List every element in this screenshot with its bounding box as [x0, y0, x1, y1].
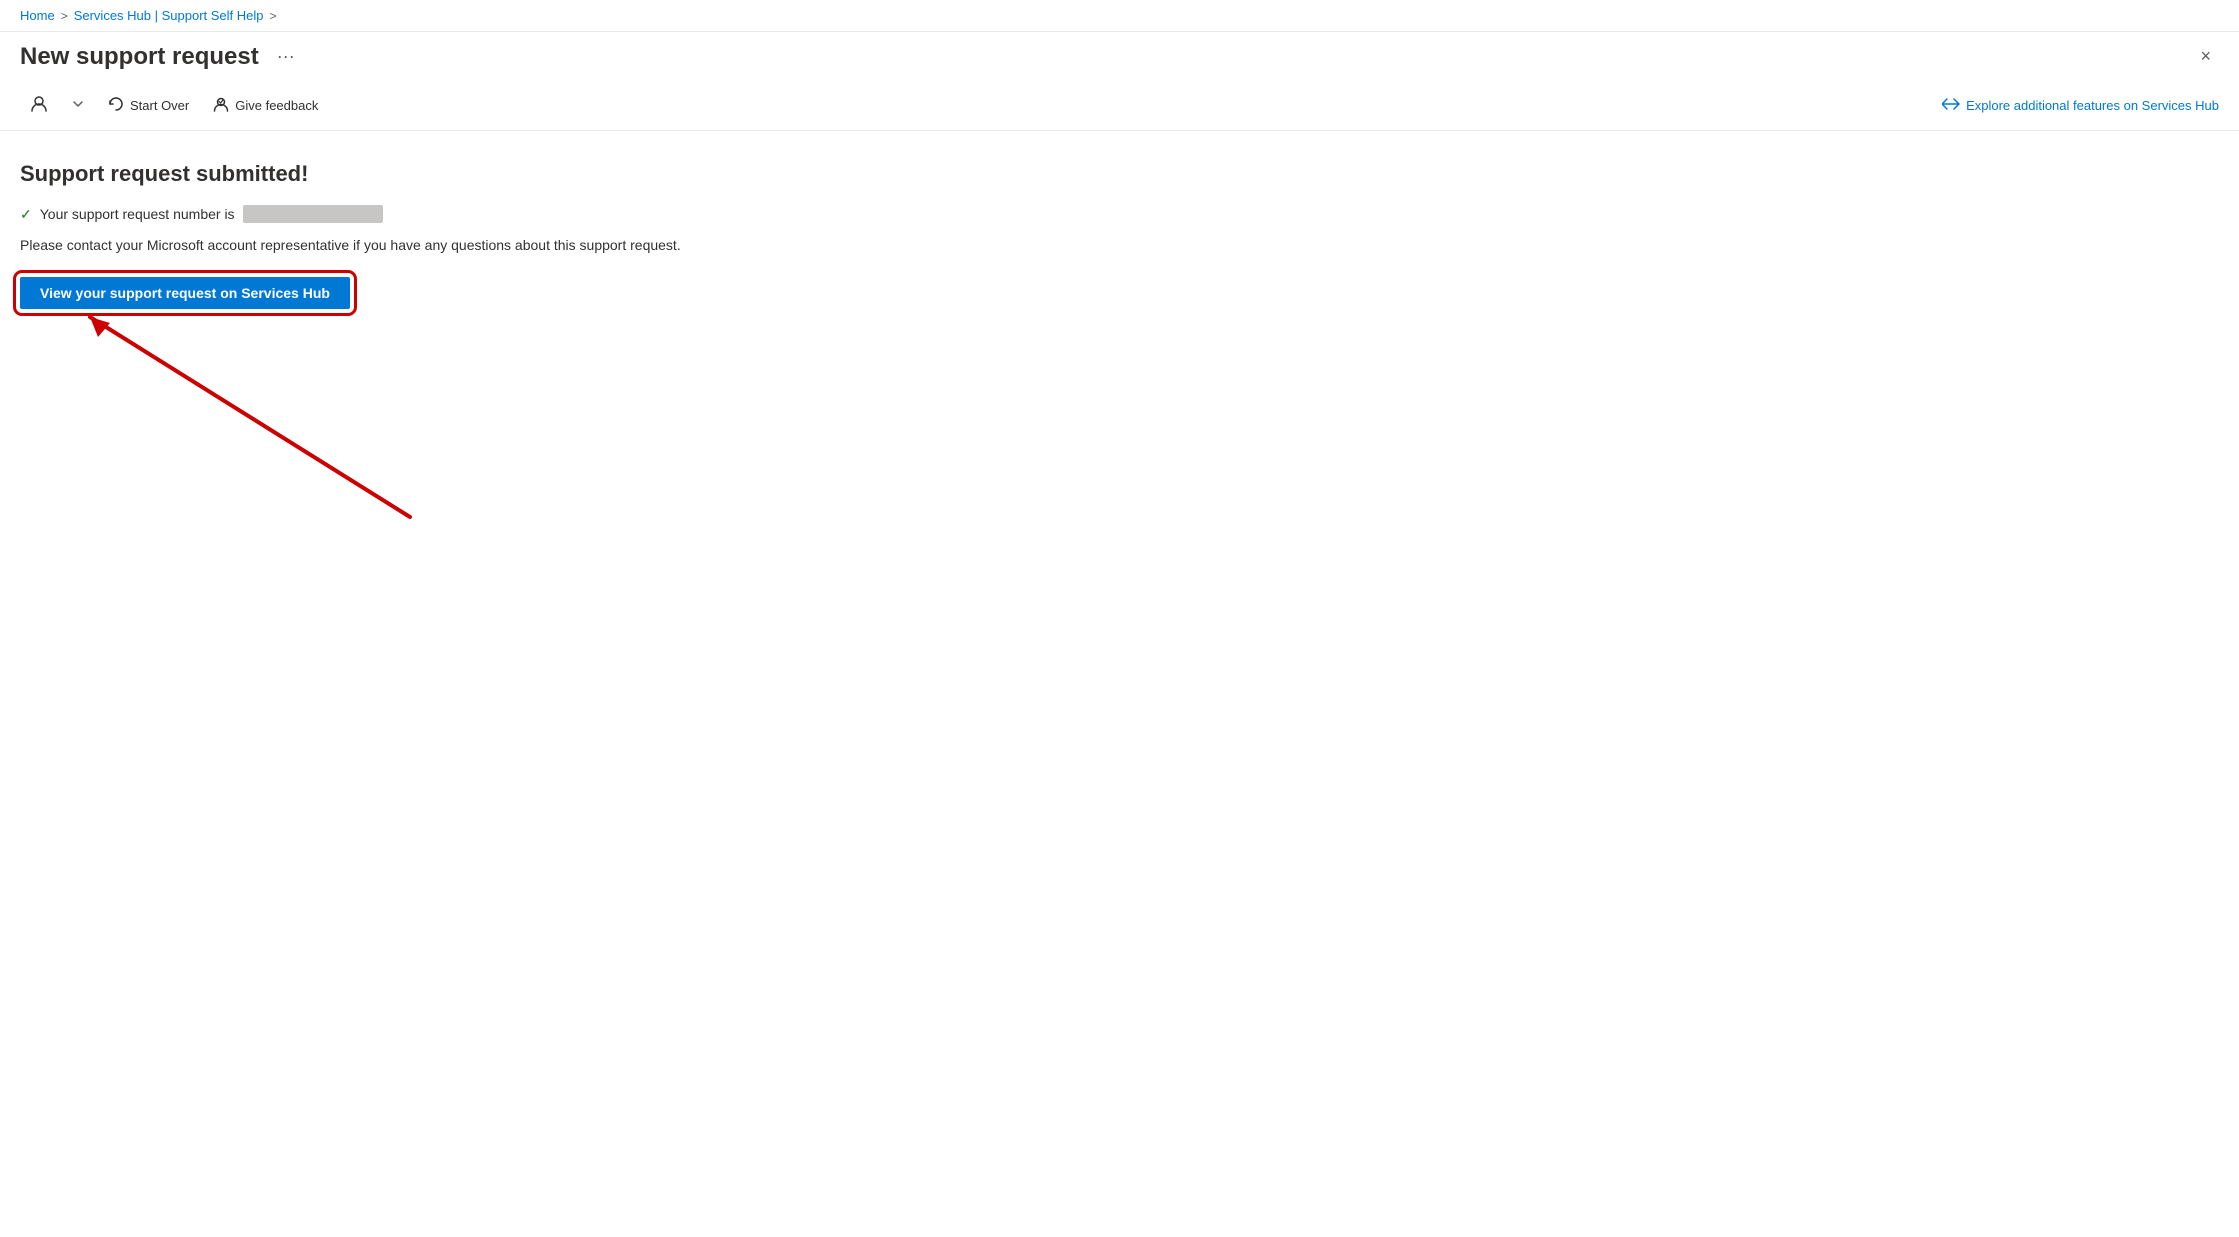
give-feedback-button[interactable]: Give feedback [203, 90, 328, 121]
page-title: New support request [20, 43, 259, 71]
breadcrumb: Home > Services Hub | Support Self Help … [20, 8, 277, 23]
checkmark-icon: ✓ [20, 206, 32, 223]
feedback-icon [213, 96, 229, 115]
breadcrumb-home[interactable]: Home [20, 8, 55, 23]
user-icon [30, 95, 48, 116]
start-over-label: Start Over [130, 98, 189, 113]
more-options-button[interactable]: ··· [269, 42, 303, 71]
toolbar: Start Over Give feedback Explore additio… [0, 81, 2239, 131]
button-annotation-container: View your support request on Services Hu… [20, 277, 350, 309]
request-number-row: ✓ Your support request number is [20, 205, 2219, 223]
request-number-redacted [243, 205, 383, 223]
chevron-down-icon [72, 98, 84, 113]
close-button[interactable]: × [2192, 42, 2219, 71]
success-heading: Support request submitted! [20, 161, 2219, 187]
contact-info-text: Please contact your Microsoft account re… [20, 237, 2219, 253]
breadcrumb-separator-1: > [61, 9, 68, 23]
give-feedback-label: Give feedback [235, 98, 318, 113]
page-title-row: New support request ··· × [0, 32, 2239, 81]
start-over-icon [108, 96, 124, 115]
main-content: Support request submitted! ✓ Your suppor… [0, 131, 2239, 329]
chevron-down-button[interactable] [62, 92, 94, 119]
breadcrumb-separator-2: > [270, 9, 277, 23]
toolbar-left: Start Over Give feedback [20, 89, 328, 122]
explore-features-label: Explore additional features on Services … [1966, 98, 2219, 113]
user-icon-button[interactable] [20, 89, 58, 122]
request-number-prefix: Your support request number is [40, 206, 235, 222]
explore-features-link[interactable]: Explore additional features on Services … [1942, 97, 2219, 114]
view-support-request-button[interactable]: View your support request on Services Hu… [20, 277, 350, 309]
annotation-arrow [80, 307, 420, 527]
page-title-left: New support request ··· [20, 42, 303, 71]
top-bar: Home > Services Hub | Support Self Help … [0, 0, 2239, 32]
explore-icon [1942, 97, 1960, 114]
start-over-button[interactable]: Start Over [98, 90, 199, 121]
breadcrumb-services-hub[interactable]: Services Hub | Support Self Help [74, 8, 264, 23]
